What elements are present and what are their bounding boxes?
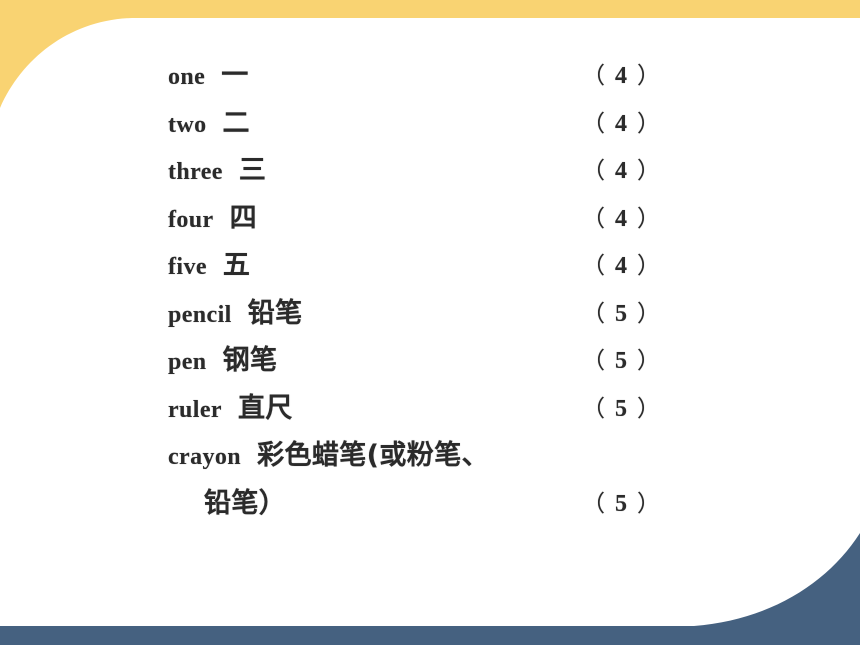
slide-canvas: one 一 （ 4 ） two 二 （ 4 ） three 三 （ 4 ） four 四 （… [0, 0, 860, 645]
vocabulary-list: one 一 （ 4 ） two 二 （ 4 ） three 三 （ 4 ） four 四 （… [0, 0, 860, 645]
vocabulary-row: ruler 直尺 （ 5 ） [168, 391, 808, 438]
vocabulary-term: four 四 [168, 201, 257, 238]
page-reference: （ 5 ） [582, 343, 661, 379]
page-number: 5 [615, 301, 628, 327]
page-number: 4 [615, 158, 628, 184]
chinese-translation: 三 [238, 155, 267, 186]
chinese-translation: 铅笔 [247, 298, 303, 329]
page-number: 5 [615, 491, 628, 517]
chinese-translation: 直尺 [237, 393, 293, 424]
vocabulary-term-continuation: 铅笔） [204, 486, 286, 523]
page-reference: （ 4 ） [582, 58, 661, 94]
page-reference: （ 5 ） [582, 486, 661, 522]
paren-close: ） [637, 301, 661, 327]
paren-close: ） [637, 206, 661, 232]
vocabulary-term: pencil 铅笔 [168, 296, 303, 333]
page-reference: （ 5 ） [582, 391, 661, 427]
vocabulary-row: two 二 （ 4 ） [168, 106, 808, 153]
paren-open: （ [582, 396, 606, 422]
chinese-translation: 五 [222, 250, 251, 281]
page-reference: （ 4 ） [582, 106, 661, 142]
vocabulary-row: five 五 （ 4 ） [168, 248, 808, 295]
paren-close: ） [637, 396, 661, 422]
chinese-translation: 一 [221, 60, 249, 91]
paren-close: ） [637, 158, 661, 184]
english-word: ruler [168, 397, 222, 423]
english-word: crayon [168, 444, 242, 470]
vocabulary-term: three 三 [168, 153, 266, 190]
paren-close: ） [637, 63, 661, 89]
paren-close: ） [637, 111, 661, 137]
vocabulary-term: two 二 [168, 106, 250, 143]
vocabulary-row: 铅笔） （ 5 ） [168, 486, 808, 533]
vocabulary-row: crayon彩色蜡笔(或粉笔、 （5） [168, 438, 808, 485]
vocabulary-term: pen 钢笔 [168, 343, 277, 380]
vocabulary-row: one 一 （ 4 ） [168, 58, 808, 105]
english-word: three [168, 159, 223, 185]
vocabulary-row: pencil 铅笔 （ 5 ） [168, 296, 808, 343]
chinese-translation: 二 [222, 108, 250, 139]
page-reference: （ 4 ） [582, 248, 661, 284]
paren-open: （ [582, 63, 606, 89]
paren-open: （ [582, 158, 606, 184]
vocabulary-row: four 四 （ 4 ） [168, 201, 808, 248]
page-number: 4 [615, 206, 628, 232]
english-word: one [168, 64, 206, 90]
vocabulary-term: one 一 [168, 58, 249, 95]
vocabulary-term: ruler 直尺 [168, 391, 293, 428]
paren-open: （ [582, 491, 606, 517]
chinese-translation: 钢笔 [222, 345, 278, 376]
english-word: four [168, 207, 214, 233]
english-word: five [168, 254, 207, 280]
paren-close: ） [637, 348, 661, 374]
paren-close: ） [637, 491, 661, 517]
chinese-translation: 彩色蜡笔(或粉笔、 [257, 440, 490, 471]
page-number: 5 [615, 348, 628, 374]
paren-open: （ [582, 206, 606, 232]
page-number: 4 [615, 111, 628, 137]
paren-open: （ [582, 348, 606, 374]
vocabulary-term: five 五 [168, 248, 250, 285]
english-word: two [168, 112, 207, 138]
chinese-translation: 铅笔） [204, 488, 287, 519]
page-reference: （ 5 ） [582, 296, 661, 332]
page-number: 5 [615, 396, 628, 422]
paren-open: （ [582, 301, 606, 327]
paren-close: ） [637, 253, 661, 279]
page-reference: （ 4 ） [582, 201, 661, 237]
english-word: pencil [168, 302, 232, 328]
page-reference: （ 4 ） [582, 153, 661, 189]
paren-open: （ [582, 111, 606, 137]
english-word: pen [168, 349, 207, 375]
page-number: 4 [615, 253, 628, 279]
vocabulary-row: three 三 （ 4 ） [168, 153, 808, 200]
vocabulary-term: crayon 彩色蜡笔(或粉笔、 [168, 438, 489, 475]
chinese-translation: 四 [229, 203, 257, 234]
page-number: 4 [615, 63, 628, 89]
paren-open: （ [582, 253, 606, 279]
vocabulary-row: pen 钢笔 （ 5 ） [168, 343, 808, 390]
